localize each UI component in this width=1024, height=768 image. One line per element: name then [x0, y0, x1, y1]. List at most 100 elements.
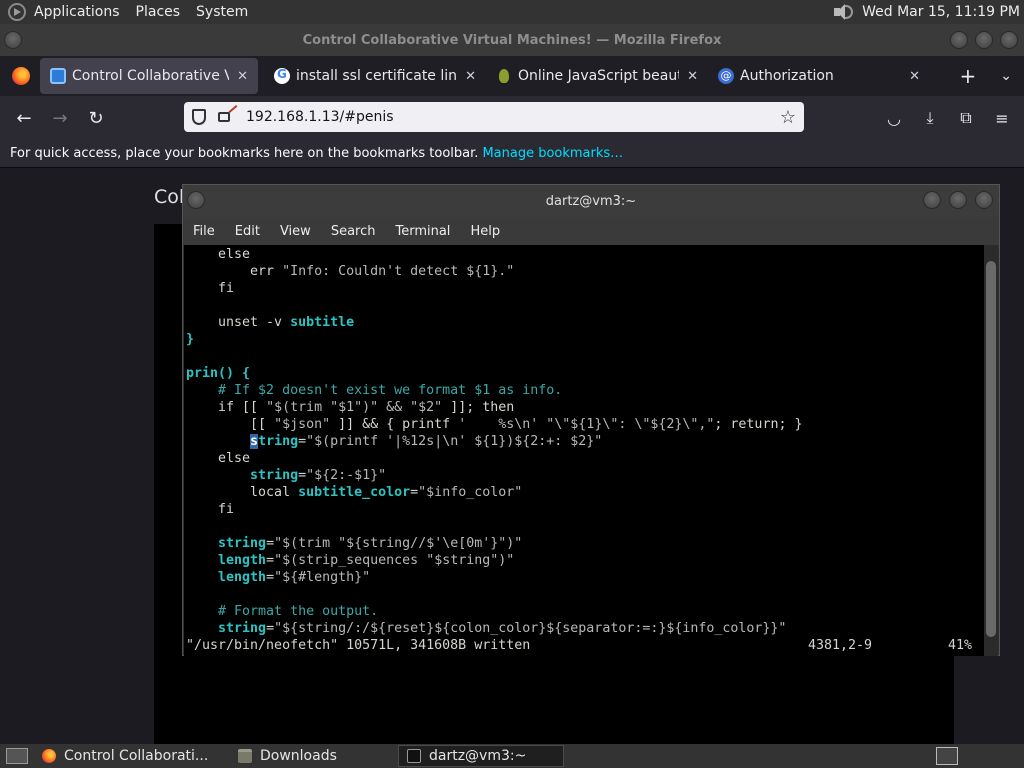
scrollbar-thumb[interactable]: [986, 261, 996, 637]
bookmarks-hint: For quick access, place your bookmarks h…: [10, 146, 479, 161]
code-line: fi: [186, 502, 235, 517]
panel-tray: Wed Mar 15, 11:19 PM: [832, 3, 1024, 21]
terminal-menu-edit[interactable]: Edit: [235, 224, 260, 239]
downloads-icon[interactable]: ⤓: [912, 108, 948, 128]
code-line: # If $2 doesn't exist we format $1 as in…: [186, 383, 563, 398]
task-label: dartz@vm3:~: [429, 748, 527, 764]
terminal-menu-help[interactable]: Help: [470, 224, 500, 239]
url-text[interactable]: 192.168.1.13/#penis: [246, 109, 394, 125]
reload-icon[interactable]: ↻: [78, 103, 114, 133]
tab-install-ssl[interactable]: install ssl certificate linux - G ✕: [264, 58, 486, 94]
panel-clock[interactable]: Wed Mar 15, 11:19 PM: [862, 4, 1020, 20]
url-bar[interactable]: 192.168.1.13/#penis ☆: [184, 102, 804, 132]
close-tab-icon[interactable]: ✕: [687, 69, 698, 84]
folder-icon: [238, 749, 252, 763]
beautifier-icon: [496, 68, 512, 84]
code-line: string="$(printf '|%12s|\n' ${1})${2:+: …: [250, 434, 603, 449]
vim-status-line: "/usr/bin/neofetch" 10571L, 341608B writ…: [186, 637, 984, 654]
code-line: if [[ "$(trim "$1")" && "$2" ]]; then: [186, 400, 515, 415]
terminal-minimize-button[interactable]: [923, 191, 941, 209]
code-line: string="${2:-$1}": [250, 468, 387, 483]
firefox-titlebar[interactable]: Control Collaborative Virtual Machines! …: [0, 24, 1024, 56]
workspace-switcher[interactable]: [936, 747, 958, 765]
terminal-menu-search[interactable]: Search: [331, 224, 376, 239]
terminal-window[interactable]: dartz@vm3:~ File Edit View Search Termin…: [182, 184, 1000, 656]
taskbar-firefox[interactable]: Control Collaborati...: [34, 745, 228, 767]
applications-menu[interactable]: Applications: [34, 4, 120, 20]
code-line: }: [186, 332, 195, 347]
code-line: string="${string/:/${reset}${colon_color…: [218, 621, 787, 636]
firefox-view-icon[interactable]: [12, 67, 30, 85]
navigation-bar: ← → ↻ 192.168.1.13/#penis ☆ ◡ ⤓ ⧉ ≡: [0, 96, 1024, 140]
system-menu[interactable]: System: [196, 4, 248, 20]
volume-icon[interactable]: [832, 3, 854, 21]
show-desktop-icon[interactable]: [6, 748, 28, 764]
code-line: length="${#length}": [218, 570, 371, 585]
minimize-button[interactable]: [950, 31, 968, 49]
app-menu-icon[interactable]: ≡: [984, 109, 1020, 128]
extensions-icon[interactable]: ⧉: [948, 108, 984, 128]
pocket-icon[interactable]: ◡: [876, 109, 912, 128]
code-line: string="$(trim "${string//$'\e[0m'}")": [218, 536, 523, 551]
code-line: prin() {: [186, 366, 251, 381]
code-line: else: [186, 451, 251, 466]
task-label: Downloads: [260, 748, 337, 764]
manage-bookmarks-link[interactable]: Manage bookmarks…: [482, 146, 623, 161]
code-line: unset -v subtitle: [186, 315, 355, 330]
window-menu-button[interactable]: [4, 31, 22, 49]
code-line: else: [186, 247, 251, 262]
new-tab-icon[interactable]: +: [960, 64, 977, 88]
close-tab-icon[interactable]: ✕: [909, 69, 920, 84]
tab-label: Online JavaScript beautifier: [518, 68, 680, 84]
terminal-close-button[interactable]: [975, 191, 993, 209]
terminal-menu-view[interactable]: View: [280, 224, 311, 239]
status-cursor-position: 4381,2-9: [808, 638, 873, 653]
vim-buffer[interactable]: else err "Info: Couldn't detect ${1}." f…: [184, 245, 984, 654]
bookmark-star-icon[interactable]: ☆: [780, 107, 796, 128]
close-tab-icon[interactable]: ✕: [465, 69, 476, 84]
tab-tools: + ⌄: [948, 64, 1024, 88]
close-tab-icon[interactable]: ✕: [237, 69, 248, 84]
taskbar-downloads[interactable]: Downloads: [230, 745, 396, 767]
code-line: # Format the output.: [186, 604, 379, 619]
code-line: err "Info: Couldn't detect ${1}.": [186, 264, 515, 279]
terminal-maximize-button[interactable]: [949, 191, 967, 209]
terminal-icon: [407, 749, 421, 763]
tab-js-beautifier[interactable]: Online JavaScript beautifier ✕: [486, 58, 708, 94]
terminal-menu-file[interactable]: File: [193, 224, 215, 239]
places-menu[interactable]: Places: [136, 4, 181, 20]
tab-label: Control Collaborative Virtua: [72, 68, 230, 84]
toolbar-right: ◡ ⤓ ⧉ ≡: [876, 108, 1020, 128]
bookmarks-toolbar: For quick access, place your bookmarks h…: [0, 140, 1024, 168]
terminal-menu-terminal[interactable]: Terminal: [395, 224, 450, 239]
terminal-titlebar[interactable]: dartz@vm3:~: [183, 185, 999, 217]
insecure-lock-icon[interactable]: [218, 112, 230, 122]
close-window-button[interactable]: [1000, 31, 1018, 49]
tab-label: install ssl certificate linux - G: [296, 68, 458, 84]
back-arrow-icon[interactable]: ←: [6, 103, 42, 133]
terminal-menubar: File Edit View Search Terminal Help: [183, 217, 999, 245]
firefox-window-title: Control Collaborative Virtual Machines! …: [302, 32, 722, 48]
top-panel: Applications Places System Wed Mar 15, 1…: [0, 0, 1024, 24]
tab-bar: Control Collaborative Virtua ✕ install s…: [0, 56, 1024, 96]
tab-authorization[interactable]: @ Authorization ✕: [708, 58, 930, 94]
tracking-shield-icon[interactable]: [192, 109, 206, 125]
tab-label: Authorization: [740, 68, 834, 84]
forward-arrow-icon[interactable]: →: [42, 103, 78, 133]
maximize-button[interactable]: [975, 31, 993, 49]
tab-control-collaborative[interactable]: Control Collaborative Virtua ✕: [40, 58, 258, 94]
list-tabs-chevron-icon[interactable]: ⌄: [1000, 68, 1012, 84]
code-line: length="$(strip_sequences "$string")": [218, 553, 515, 568]
page-heading: Col: [154, 186, 185, 208]
taskbar-terminal[interactable]: dartz@vm3:~: [398, 745, 564, 767]
bottom-panel: Control Collaborati... Downloads dartz@v…: [0, 744, 1024, 768]
monitor-icon: [50, 68, 66, 84]
code-line: [[ "$json" ]] && { printf ' %s\n' "\"${1…: [186, 417, 803, 432]
code-line: local subtitle_color="$info_color": [186, 485, 523, 500]
terminal-scrollbar[interactable]: [984, 245, 998, 656]
terminal-window-menu-button[interactable]: [187, 191, 205, 209]
terminal-output[interactable]: else err "Info: Couldn't detect ${1}." f…: [184, 245, 984, 656]
gnome-foot-icon[interactable]: [8, 3, 26, 21]
